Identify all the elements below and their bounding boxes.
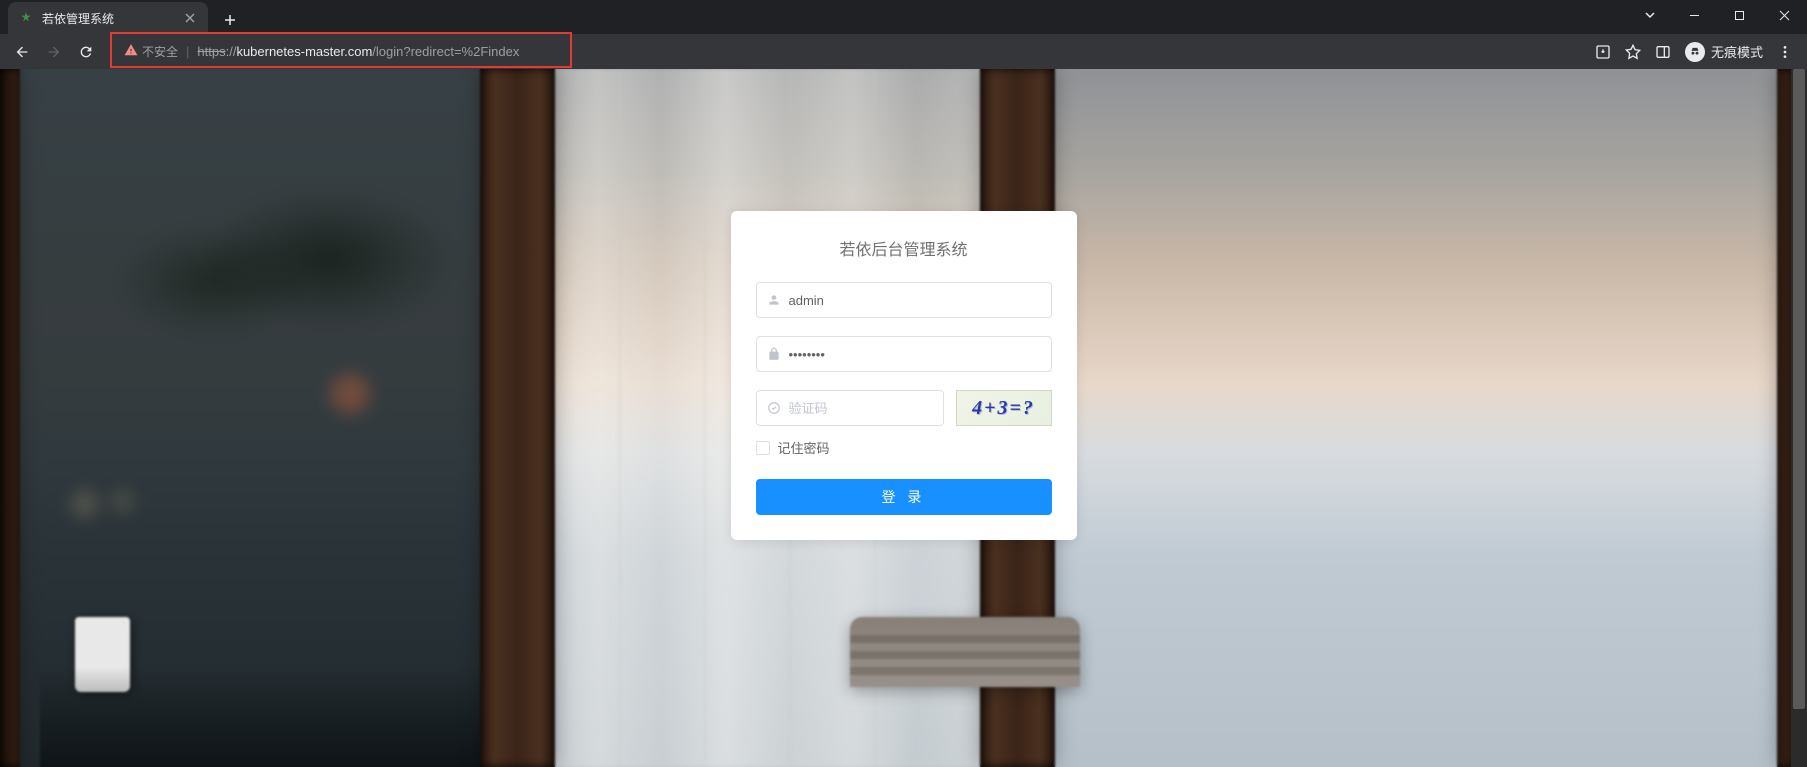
toolbar-icons: 无痕模式: [1589, 38, 1799, 66]
tab-title: 若依管理系统: [42, 10, 174, 27]
captcha-input[interactable]: [756, 390, 944, 426]
shield-icon: [766, 400, 782, 416]
warning-triangle-icon: [124, 43, 138, 60]
captcha-image[interactable]: 4+3=?: [956, 390, 1052, 426]
page-scrollbar[interactable]: [1791, 69, 1807, 767]
tab-search-icon[interactable]: [1627, 0, 1672, 30]
side-panel-icon[interactable]: [1649, 38, 1677, 66]
tab-close-icon[interactable]: [182, 10, 198, 26]
window-close-button[interactable]: [1762, 0, 1807, 30]
nav-back-button[interactable]: [8, 38, 36, 66]
install-app-icon[interactable]: [1589, 38, 1617, 66]
tab-bar: 若依管理系统: [0, 0, 1807, 34]
user-icon: [766, 292, 782, 308]
bookmark-star-icon[interactable]: [1619, 38, 1647, 66]
new-tab-button[interactable]: [216, 6, 244, 34]
url-text: https://kubernetes-master.com/login?redi…: [197, 44, 519, 59]
password-field-group: [756, 336, 1052, 372]
security-label: 不安全: [142, 43, 178, 60]
window-maximize-button[interactable]: [1717, 0, 1762, 30]
page-content: 若依后台管理系统: [0, 69, 1807, 767]
window-controls: [1627, 0, 1807, 30]
browser-menu-icon[interactable]: [1771, 38, 1799, 66]
remember-checkbox[interactable]: [756, 441, 770, 455]
username-input[interactable]: [756, 282, 1052, 318]
browser-tab-active[interactable]: 若依管理系统: [8, 2, 208, 34]
tab-favicon-icon: [18, 10, 34, 26]
nav-bar: 不安全 | https://kubernetes-master.com/logi…: [0, 34, 1807, 69]
login-card: 若依后台管理系统: [731, 211, 1077, 540]
login-title: 若依后台管理系统: [756, 236, 1052, 260]
security-indicator[interactable]: 不安全: [124, 43, 178, 60]
incognito-icon: [1685, 42, 1705, 62]
remember-row: 记住密码: [756, 438, 1052, 457]
incognito-label: 无痕模式: [1711, 42, 1763, 61]
nav-reload-button[interactable]: [72, 38, 100, 66]
username-field-group: [756, 282, 1052, 318]
nav-forward-button[interactable]: [40, 38, 68, 66]
lock-icon: [766, 346, 782, 362]
window-minimize-button[interactable]: [1672, 0, 1717, 30]
password-input[interactable]: [756, 336, 1052, 372]
login-button[interactable]: 登 录: [756, 479, 1052, 515]
scrollbar-thumb[interactable]: [1793, 69, 1805, 709]
incognito-indicator[interactable]: 无痕模式: [1679, 42, 1769, 62]
security-divider: |: [186, 44, 189, 59]
address-bar-wrapper: 不安全 | https://kubernetes-master.com/logi…: [112, 38, 1577, 66]
remember-label[interactable]: 记住密码: [778, 438, 830, 457]
captcha-row: 4+3=?: [756, 390, 1052, 426]
address-bar[interactable]: 不安全 | https://kubernetes-master.com/logi…: [112, 38, 1577, 66]
browser-chrome: 若依管理系统: [0, 0, 1807, 69]
